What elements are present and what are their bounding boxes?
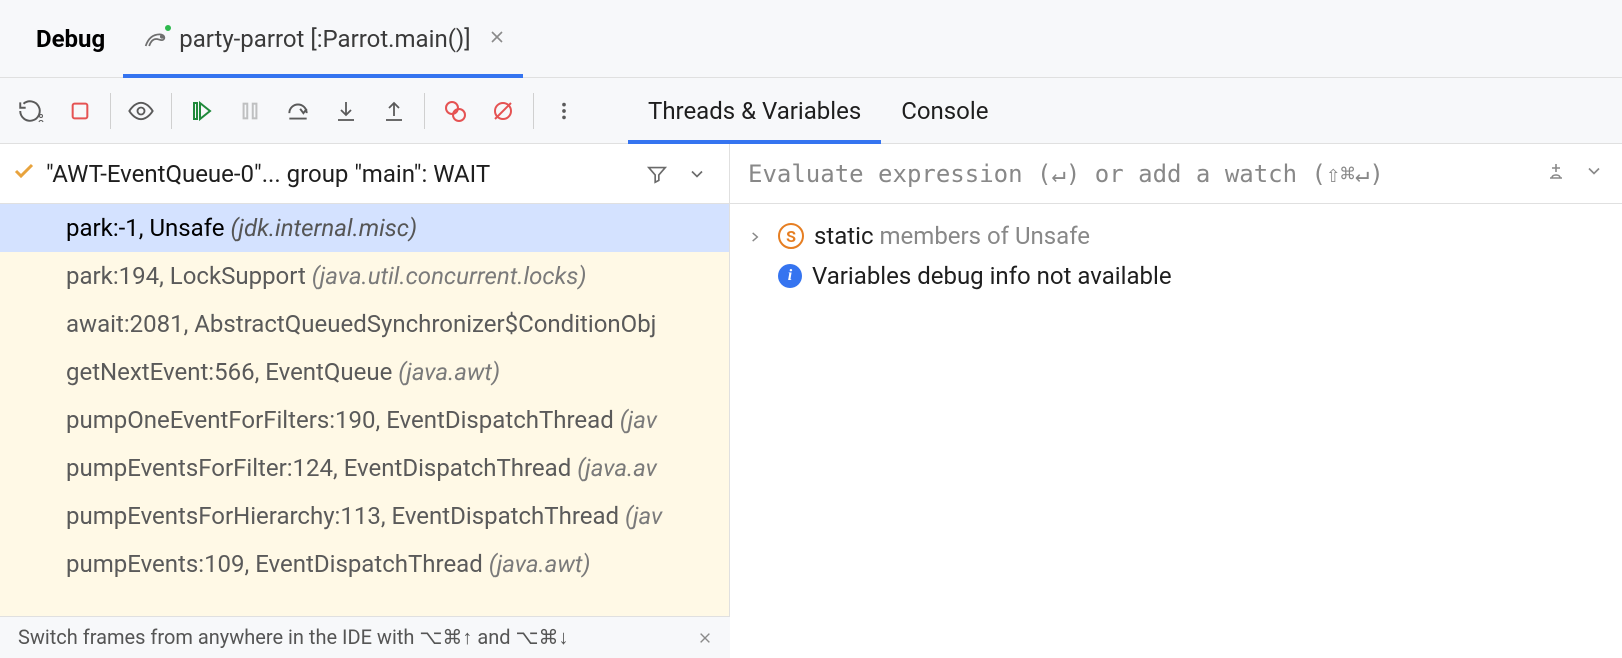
expand-icon[interactable] xyxy=(748,222,768,250)
run-config-label: party-parrot [:Parrot.main()] xyxy=(179,25,470,53)
stack-frame[interactable]: pumpOneEventForFilters:190, EventDispatc… xyxy=(0,396,729,444)
resume-button[interactable] xyxy=(178,87,226,135)
view-breakpoints-button[interactable] xyxy=(431,87,479,135)
frame-package: (java.awt) xyxy=(398,358,500,386)
frame-package: (jav xyxy=(620,406,657,434)
tip-text: Switch frames from anywhere in the IDE w… xyxy=(18,625,569,650)
close-tab-icon[interactable] xyxy=(489,26,505,51)
separator xyxy=(171,93,172,129)
debug-tool-window-title: Debug xyxy=(18,0,123,77)
variable-row-info: i Variables debug info not available xyxy=(730,256,1622,296)
separator xyxy=(110,93,111,129)
show-execution-point-button[interactable] xyxy=(117,87,165,135)
stack-frame[interactable]: await:2081, AbstractQueuedSynchronizer$C… xyxy=(0,300,729,348)
tab-label: Console xyxy=(901,97,988,125)
info-message: Variables debug info not available xyxy=(812,262,1172,290)
debug-toolbar: Threads & Variables Console xyxy=(0,78,1622,144)
tab-threads-variables[interactable]: Threads & Variables xyxy=(628,78,881,143)
stop-button[interactable] xyxy=(56,87,104,135)
frame-method: park:-1, Unsafe xyxy=(66,214,230,242)
frame-method: pumpEventsForHierarchy:113, EventDispatc… xyxy=(66,502,625,530)
frame-method: pumpOneEventForFilters:190, EventDispatc… xyxy=(66,406,620,434)
stack-frame[interactable]: pumpEvents:109, EventDispatchThread (jav… xyxy=(0,540,729,588)
content-tabs: Threads & Variables Console xyxy=(628,78,1008,143)
stack-frame[interactable]: pumpEventsForHierarchy:113, EventDispatc… xyxy=(0,492,729,540)
frame-method: await:2081, AbstractQueuedSynchronizer$C… xyxy=(66,310,656,338)
variable-label: static members of Unsafe xyxy=(814,222,1090,250)
frame-package: (jav xyxy=(625,502,662,530)
pause-button[interactable] xyxy=(226,87,274,135)
static-badge-icon: S xyxy=(778,223,804,249)
variable-row-static[interactable]: S static members of Unsafe xyxy=(730,216,1622,256)
frame-method: pumpEvents:109, EventDispatchThread xyxy=(66,550,489,578)
separator xyxy=(533,93,534,129)
frame-method: park:194, LockSupport xyxy=(66,262,312,290)
header-tab-bar: Debug party-parrot [:Parrot.main()] xyxy=(0,0,1622,78)
run-config-tab[interactable]: party-parrot [:Parrot.main()] xyxy=(123,0,522,77)
run-config-icon xyxy=(141,25,169,53)
close-tip-icon[interactable] xyxy=(698,626,712,650)
rerun-button[interactable] xyxy=(8,87,56,135)
tab-console[interactable]: Console xyxy=(881,78,1008,143)
stack-frame[interactable]: getNextEvent:566, EventQueue (java.awt) xyxy=(0,348,729,396)
step-out-button[interactable] xyxy=(370,87,418,135)
thread-selector[interactable]: "AWT-EventQueue-0"... group "main": WAIT xyxy=(0,144,729,204)
frame-method: getNextEvent:566, EventQueue xyxy=(66,358,398,386)
step-into-button[interactable] xyxy=(322,87,370,135)
chevron-down-icon[interactable] xyxy=(677,154,717,194)
frames-tip: Switch frames from anywhere in the IDE w… xyxy=(0,616,730,658)
more-actions-button[interactable] xyxy=(540,87,588,135)
stack-frame[interactable]: park:194, LockSupport (java.util.concurr… xyxy=(0,252,729,300)
frame-package: (jdk.internal.misc) xyxy=(230,214,417,242)
watch-placeholder: Evaluate expression (↵) or add a watch (… xyxy=(748,160,1544,188)
chevron-down-icon[interactable] xyxy=(1584,159,1604,189)
frames-panel: "AWT-EventQueue-0"... group "main": WAIT… xyxy=(0,144,730,616)
thread-label: "AWT-EventQueue-0"... group "main": WAIT xyxy=(46,160,637,188)
frame-package: (java.util.concurrent.locks) xyxy=(312,262,587,290)
filter-icon[interactable] xyxy=(637,154,677,194)
info-icon: i xyxy=(778,264,802,288)
stack-frame[interactable]: pumpEventsForFilter:124, EventDispatchTh… xyxy=(0,444,729,492)
debug-label: Debug xyxy=(36,25,105,53)
stack-frame[interactable]: park:-1, Unsafe (jdk.internal.misc) xyxy=(0,204,729,252)
check-icon xyxy=(12,159,36,189)
frames-list: park:-1, Unsafe (jdk.internal.misc) park… xyxy=(0,204,729,616)
step-over-button[interactable] xyxy=(274,87,322,135)
add-watch-icon[interactable] xyxy=(1544,159,1568,189)
variables-list: S static members of Unsafe i Variables d… xyxy=(730,204,1622,308)
variables-panel: Evaluate expression (↵) or add a watch (… xyxy=(730,144,1622,616)
frame-package: (java.av xyxy=(577,454,657,482)
tab-label: Threads & Variables xyxy=(648,97,861,125)
frame-method: pumpEventsForFilter:124, EventDispatchTh… xyxy=(66,454,577,482)
mute-breakpoints-button[interactable] xyxy=(479,87,527,135)
evaluate-expression-input[interactable]: Evaluate expression (↵) or add a watch (… xyxy=(730,144,1622,204)
frame-package: (java.awt) xyxy=(489,550,591,578)
debug-body: "AWT-EventQueue-0"... group "main": WAIT… xyxy=(0,144,1622,616)
separator xyxy=(424,93,425,129)
